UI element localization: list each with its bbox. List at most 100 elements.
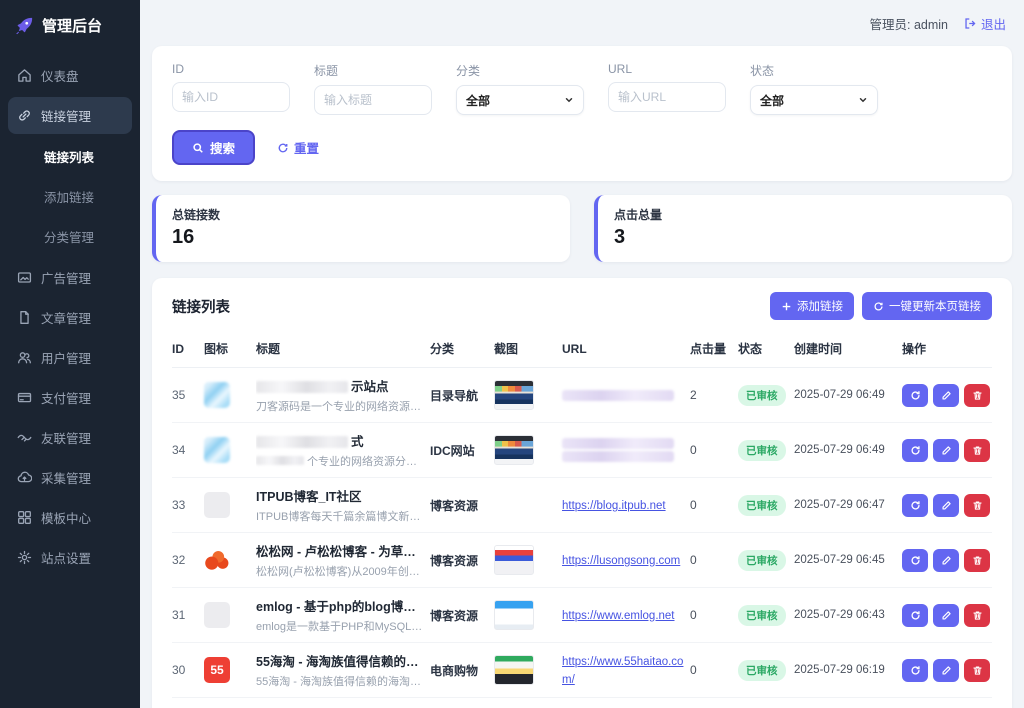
sidebar-item-dashboard[interactable]: 仪表盘 xyxy=(8,57,132,94)
url-cell: https://www.emlog.net xyxy=(562,606,684,624)
trash-icon xyxy=(972,665,983,676)
row-description: 个专业的网络资源分享平台,提供各种PHP源码、网... xyxy=(256,453,424,469)
site-favicon: 55 xyxy=(204,657,230,683)
status-badge: 已审核 xyxy=(738,660,786,681)
filter-label-id: ID xyxy=(172,62,290,76)
sidebar-item-collect[interactable]: 采集管理 xyxy=(8,459,132,496)
row-title-text: 松松网 - 卢松松博客 - 为草根创业者提供网络推广知识 xyxy=(256,545,424,559)
row-description-text: emlog是一款基于PHP和MySQL的轻量级博客及CMS建... xyxy=(256,621,424,633)
row-url-link[interactable]: https://www.emlog.net xyxy=(562,610,675,622)
row-url-link[interactable]: https://lusongsong.com xyxy=(562,555,680,567)
edit-row-button[interactable] xyxy=(933,549,959,572)
site-icon-cell xyxy=(204,437,250,463)
table-row: 305555海淘 - 海淘族值得信赖的海淘返利网站55海淘 - 海淘族值得信赖的… xyxy=(172,643,992,698)
row-description-text: 刀客源码是一个专业的网络资源分享平台,提供各种PHP源码、网... xyxy=(256,401,424,413)
select-value: 全部 xyxy=(466,92,490,109)
row-title[interactable]: 松松网 - 卢松松博客 - 为草根创业者提供网络推广知识 xyxy=(256,541,424,560)
site-icon-cell xyxy=(204,492,250,518)
topbar: 管理员: admin 退出 xyxy=(152,0,1012,46)
status-badge: 已审核 xyxy=(738,495,786,516)
screenshot-cell xyxy=(494,490,556,520)
refresh-row-button[interactable] xyxy=(902,384,928,407)
id-input[interactable] xyxy=(172,82,290,112)
logout-link[interactable]: 退出 xyxy=(964,14,1006,33)
delete-row-button[interactable] xyxy=(964,494,990,517)
edit-icon xyxy=(941,500,952,511)
sidebar-item-templates[interactable]: 模板中心 xyxy=(8,499,132,536)
delete-row-button[interactable] xyxy=(964,549,990,572)
column-header-3: 分类 xyxy=(430,340,488,357)
row-title[interactable]: 式 xyxy=(256,431,424,450)
column-header-0: ID xyxy=(172,342,198,356)
stats-row: 总链接数16点击总量3 xyxy=(152,195,1012,262)
filter-fields: ID标题分类全部URL状态全部 xyxy=(172,62,992,115)
sidebar-item-label: 站点设置 xyxy=(41,548,91,567)
site-icon-cell: 55 xyxy=(204,657,250,683)
edit-icon xyxy=(941,665,952,676)
row-description: ITPUB博客每天千篇余篇博文新资讯,40多万活跃博主,为i... xyxy=(256,508,424,524)
delete-row-button[interactable] xyxy=(964,659,990,682)
sidebar-item-friend-links[interactable]: 友联管理 xyxy=(8,419,132,456)
bulk-refresh-button[interactable]: 一键更新本页链接 xyxy=(862,292,992,320)
trash-icon xyxy=(972,610,983,621)
edit-row-button[interactable] xyxy=(933,494,959,517)
refresh-row-button[interactable] xyxy=(902,549,928,572)
sidebar-subitem-category-manage[interactable]: 分类管理 xyxy=(8,217,132,256)
edit-row-button[interactable] xyxy=(933,384,959,407)
select-value: 全部 xyxy=(760,92,784,109)
sidebar-subitem-add-link[interactable]: 添加链接 xyxy=(8,177,132,216)
row-title[interactable]: 示站点 xyxy=(256,376,424,395)
table-column-headers: ID图标标题分类截图URL点击量状态创建时间操作 xyxy=(172,332,992,368)
edit-icon xyxy=(941,390,952,401)
trash-icon xyxy=(972,555,983,566)
row-title[interactable]: 55海淘 - 海淘族值得信赖的海淘返利网站 xyxy=(256,651,424,670)
sidebar-item-articles[interactable]: 文章管理 xyxy=(8,299,132,336)
url-input[interactable] xyxy=(608,82,726,112)
sidebar-item-users[interactable]: 用户管理 xyxy=(8,339,132,376)
refresh-row-button[interactable] xyxy=(902,659,928,682)
sidebar-subitem-link-list[interactable]: 链接列表 xyxy=(8,137,132,176)
delete-row-button[interactable] xyxy=(964,384,990,407)
row-url-link[interactable]: https://blog.itpub.net xyxy=(562,500,666,512)
edit-row-button[interactable] xyxy=(933,439,959,462)
row-actions xyxy=(902,439,992,462)
screenshot-cell xyxy=(494,655,556,685)
stat-card-0: 总链接数16 xyxy=(152,195,570,262)
edit-row-button[interactable] xyxy=(933,659,959,682)
delete-row-button[interactable] xyxy=(964,604,990,627)
category-select[interactable]: 全部 xyxy=(456,85,584,115)
sidebar-item-label: 友联管理 xyxy=(41,428,91,447)
sidebar-item-ads[interactable]: 广告管理 xyxy=(8,259,132,296)
status-cell: 已审核 xyxy=(738,605,788,626)
row-id: 34 xyxy=(172,443,198,457)
filter-field-id: ID xyxy=(172,62,290,115)
refresh-row-button[interactable] xyxy=(902,494,928,517)
search-icon xyxy=(192,142,204,154)
site-screenshot xyxy=(494,600,534,630)
trash-icon xyxy=(972,390,983,401)
refresh-row-button[interactable] xyxy=(902,604,928,627)
stat-value: 3 xyxy=(614,226,996,249)
title-input[interactable] xyxy=(314,85,432,115)
reset-button[interactable]: 重置 xyxy=(277,138,319,157)
sidebar-item-links[interactable]: 链接管理 xyxy=(8,97,132,134)
status-badge: 已审核 xyxy=(738,440,786,461)
refresh-row-button[interactable] xyxy=(902,439,928,462)
admin-app: 管理后台 仪表盘链接管理链接列表添加链接分类管理广告管理文章管理用户管理支付管理… xyxy=(0,0,1024,708)
payment-icon xyxy=(17,390,32,405)
sidebar-item-payments[interactable]: 支付管理 xyxy=(8,379,132,416)
row-url-link[interactable]: https://www.55haitao.com/ xyxy=(562,656,683,686)
status-select[interactable]: 全部 xyxy=(750,85,878,115)
search-button[interactable]: 搜索 xyxy=(172,130,255,165)
grid-icon xyxy=(17,510,32,525)
delete-row-button[interactable] xyxy=(964,439,990,462)
row-title[interactable]: emlog - 基于php的blog博客程序及CMS建站系统 xyxy=(256,596,424,615)
sidebar-item-site-settings[interactable]: 站点设置 xyxy=(8,539,132,576)
site-favicon xyxy=(204,547,230,573)
admin-label: 管理员: admin xyxy=(869,14,948,33)
edit-row-button[interactable] xyxy=(933,604,959,627)
row-title[interactable]: ITPUB博客_IT社区 xyxy=(256,486,424,505)
row-category: 电商购物 xyxy=(430,662,488,679)
site-screenshot xyxy=(494,490,534,520)
add-link-button[interactable]: 添加链接 xyxy=(770,292,854,320)
